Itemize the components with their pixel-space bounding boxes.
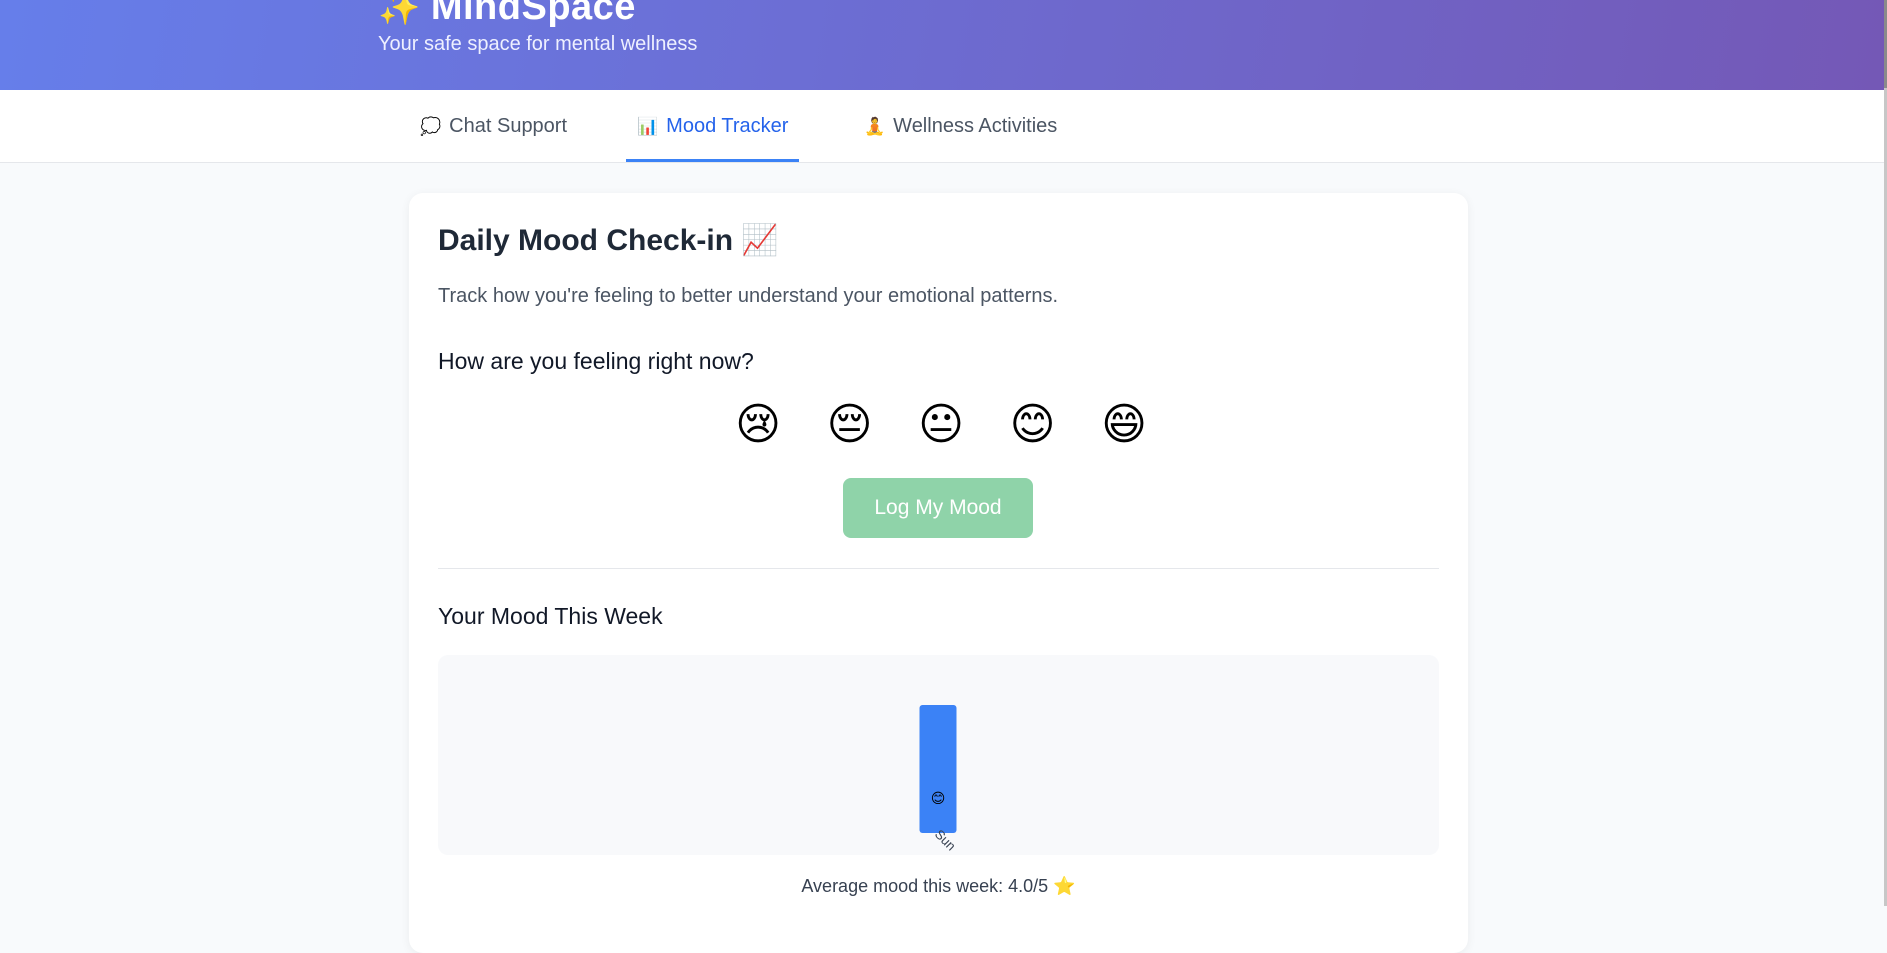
mood-bar-emoji: 😊 xyxy=(931,791,946,807)
mood-bar-sun xyxy=(919,705,957,833)
tab-wellness-activities[interactable]: 🧘 Wellness Activities xyxy=(864,90,1057,162)
mood-question: How are you feeling right now? xyxy=(438,348,754,374)
tab-label: Wellness Activities xyxy=(893,115,1058,137)
meditation-icon: 🧘 xyxy=(864,117,886,136)
bar-chart-icon: 📊 xyxy=(637,117,659,136)
app-title: ✨ MindSpace xyxy=(378,0,636,29)
mood-neutral-button[interactable]: 😐 xyxy=(912,396,970,454)
tab-label: Chat Support xyxy=(449,115,568,137)
mood-happy-button[interactable]: 😊 xyxy=(1004,396,1062,454)
mood-chart: 😊 Sun xyxy=(438,655,1439,855)
tab-bar: 💭 Chat Support 📊 Mood Tracker 🧘 Wellness Ac… xyxy=(0,90,1887,163)
tab-mood-tracker[interactable]: 📊 Mood Tracker xyxy=(626,90,800,162)
app-header: ✨ MindSpace Your safe space for mental we… xyxy=(0,0,1887,90)
mood-very-sad-button[interactable]: 😢 xyxy=(729,396,787,454)
thought-bubble-icon: 💭 xyxy=(420,117,442,136)
mood-selector: 😢 😔 😐 😊 😄 xyxy=(729,396,1153,456)
tab-chat-support[interactable]: 💭 Chat Support xyxy=(420,90,567,162)
app-title-text: MindSpace xyxy=(430,0,636,28)
app-subtitle: Your safe space for mental wellness xyxy=(378,33,698,55)
card-description: Track how you're feeling to better under… xyxy=(438,285,1059,307)
sparkle-icon: ✨ xyxy=(378,0,421,27)
card-title: Daily Mood Check-in 📈 xyxy=(438,224,779,257)
mood-chart-svg: 😊Sun xyxy=(919,705,959,853)
average-mood-text: Average mood this week: 4.0/5 ⭐ xyxy=(801,876,1076,896)
divider xyxy=(438,568,1439,569)
mood-sad-button[interactable]: 😔 xyxy=(821,396,879,454)
week-chart-title: Your Mood This Week xyxy=(438,603,663,629)
log-mood-button[interactable]: Log My Mood xyxy=(843,478,1033,538)
mood-card: Daily Mood Check-in 📈 Track how you're f… xyxy=(409,193,1468,953)
tab-label: Mood Tracker xyxy=(666,115,789,137)
mood-very-happy-button[interactable]: 😄 xyxy=(1095,396,1153,454)
